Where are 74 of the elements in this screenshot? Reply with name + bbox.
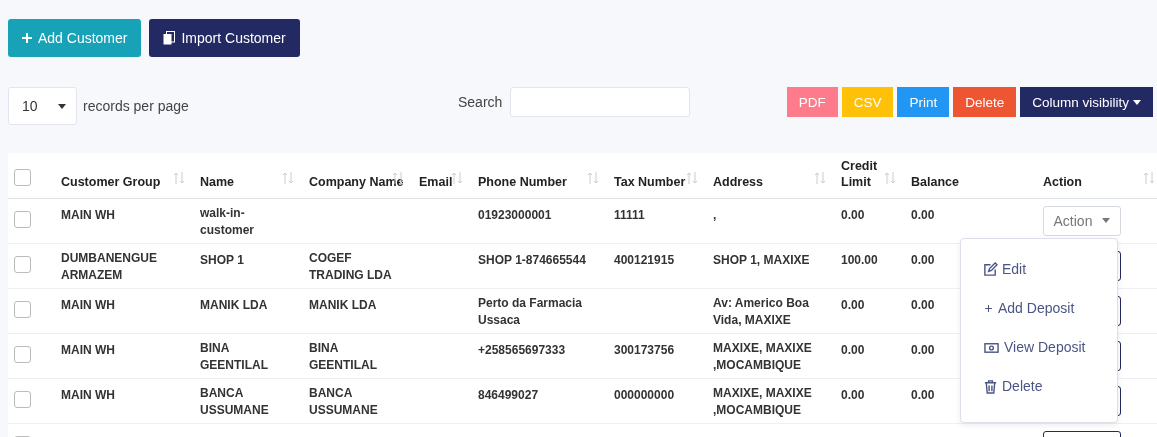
table-cell-text: Av: Americo Boa Vida, MAXIXE [713,294,810,329]
checkbox[interactable] [14,345,31,363]
table-cell: 0.00 [841,386,865,404]
table-cell: 0.00 [911,206,935,224]
table-cell: 0.00 [841,296,865,314]
import-customer-button[interactable]: Import Customer [149,19,300,57]
export-button[interactable]: Column visibility [1020,87,1153,117]
table-cell: 846499027 [478,386,539,404]
table-cell-text: BINA GEENTILAL [309,339,378,374]
action-button[interactable]: Action [1043,205,1121,236]
menu-item[interactable]: Delete [983,376,1043,396]
search-field[interactable] [510,87,691,117]
table-cell: 0.00 [911,296,935,314]
column-header[interactable]: Credit Limit [841,157,898,190]
records-per-page-label: records per page [83,98,189,114]
table-cell: SHOP 1 [200,251,244,269]
table-cell-text: COGEF TRADING LDA [309,249,393,284]
trash-icon [983,378,998,394]
table-cell: MANIK LDA [309,296,377,314]
table-cell: +258565697333 [478,341,566,359]
plus-icon [22,33,32,43]
column-header[interactable]: Email [419,173,453,190]
table-cell: 0.00 [911,386,935,404]
plus-icon [983,302,994,314]
checkbox[interactable] [14,390,31,408]
table-cell: SHOP 1-874665544 [478,251,586,269]
table-cell: MAIN WH [61,206,115,224]
column-header[interactable]: Action [1043,173,1082,190]
table-cell: MAIN WH [61,341,115,359]
table-cell: 100.00 [841,251,878,269]
search-label: Search [458,94,503,110]
column-header[interactable]: Company Name [309,173,404,190]
checkbox[interactable] [14,210,31,228]
table-cell-text: BINA GEENTILAL [200,339,269,374]
table-cell: MAIN WH [61,386,115,404]
column-header[interactable]: Tax Number [614,173,686,190]
checkbox[interactable] [14,300,31,318]
caret-icon [1102,218,1111,223]
edit-icon [983,261,998,277]
column-header[interactable]: Address [713,173,764,190]
table-cell: 01923000001 [478,206,552,224]
table-cell: 400121915 [614,251,675,269]
column-header[interactable]: Phone Number [478,173,567,190]
export-button[interactable]: Delete [953,87,1017,117]
table-cell-text: Perto da Farmacia Ussaca [478,294,584,329]
caret-icon [58,103,66,109]
table-cell-text: DUMBANENGUE ARMAZEM [61,249,158,284]
table-cell-text: BANCA USSUMANE [309,384,379,419]
checkbox[interactable] [14,168,31,186]
table-cell: 0.00 [911,251,935,269]
column-header[interactable]: Name [200,173,235,190]
column-header[interactable]: Balance [911,173,959,190]
table-cell: 0.00 [841,341,865,359]
table-cell-text: BANCA USSUMANE [200,384,270,419]
menu-item[interactable]: Add Deposit [983,298,1075,318]
table-cell-text: MAXIXE, MAXIXE ,MOCAMBIQUE [713,339,813,374]
menu-item[interactable]: Edit [983,259,1027,279]
checkbox[interactable] [14,255,31,273]
table-cell: 000000000 [614,386,675,404]
table-cell: 300173756 [614,341,675,359]
table-cell: , [713,206,717,224]
page-size-select[interactable]: 10 [8,87,77,125]
table-cell: 11111 [614,206,645,224]
table-cell: MAIN WH [61,296,115,314]
table-cell: 0.00 [911,341,935,359]
table-cell: MANIK LDA [200,296,268,314]
menu-item[interactable]: View Deposit [983,337,1086,357]
table-cell-text: walk-in-customer [200,204,256,239]
table-cell-text: MAXIXE, MAXIXE ,MOCAMBIQUE [713,384,813,419]
column-header[interactable]: Customer Group [61,173,161,190]
caret-icon [1133,99,1141,105]
table-cell: SHOP 1, MAXIXE [713,251,810,269]
copy-icon [163,31,176,45]
table-cell: 0.00 [841,206,865,224]
